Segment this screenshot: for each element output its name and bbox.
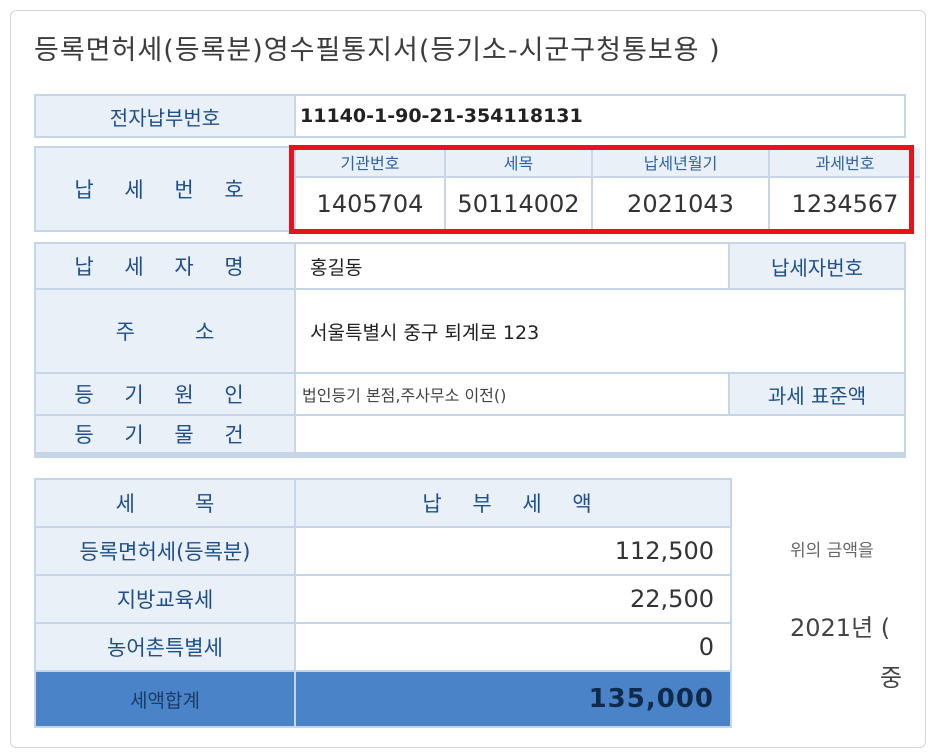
- electronic-payment-row: 전자납부번호 11140-1-90-21-354118131: [34, 94, 906, 138]
- tax-period-value: 2021043: [593, 178, 768, 230]
- assessment-number-header: 과세번호: [770, 148, 920, 176]
- taxpayer-table: 납 세 자 명 홍길동 납세자번호 주 소 서울특별시 중구 퇴계로 123 등…: [34, 242, 906, 458]
- tax-row-name: 지방교육세: [36, 576, 294, 622]
- side-note-line1: 위의 금액을: [790, 541, 874, 561]
- side-note-line3: 중: [880, 664, 903, 692]
- document-title: 등록면허세(등록분)영수필통지서(등기소-시군구청통보용 ): [34, 35, 721, 66]
- registration-cause-label: 등 기 원 인: [36, 374, 294, 414]
- taxpayer-name-label: 납 세 자 명: [36, 244, 294, 288]
- agency-number-value: 1405704: [296, 178, 444, 230]
- tax-number-label: 납 세 번 호: [36, 148, 294, 230]
- tax-amount-table: 세 목 납 부 세 액 등록면허세(등록분) 112,500 지방교육세 22,…: [34, 478, 732, 728]
- taxpayer-name-value: 홍길동: [296, 244, 728, 288]
- total-tax-label: 세액합계: [36, 672, 294, 726]
- tax-item-value: 50114002: [446, 178, 591, 230]
- electronic-payment-value: 11140-1-90-21-354118131: [296, 96, 904, 136]
- tax-number-grid: 기관번호 세목 납세년월기 과세번호 1405704 50114002 2021…: [296, 148, 920, 230]
- address-value: 서울특별시 중구 퇴계로 123: [296, 290, 904, 372]
- tax-number-row: 납 세 번 호 기관번호 세목 납세년월기 과세번호 1405704 50114…: [34, 146, 920, 232]
- registration-object-value: [296, 416, 904, 452]
- tax-row-name: 등록면허세(등록분): [36, 528, 294, 574]
- tax-period-header: 납세년월기: [593, 148, 768, 176]
- side-note-line2: 2021년 (: [790, 614, 891, 642]
- taxpayer-id-label: 납세자번호: [730, 244, 904, 288]
- tax-row-amount: 22,500: [296, 576, 730, 622]
- tax-item-column-header: 세 목: [36, 480, 294, 526]
- payment-amount-column-header: 납 부 세 액: [296, 480, 730, 526]
- tax-row-amount: 112,500: [296, 528, 730, 574]
- tax-base-label: 과세 표준액: [730, 374, 904, 414]
- registration-cause-value: 법인등기 본점,주사무소 이전(): [296, 374, 728, 414]
- assessment-number-value: 1234567: [770, 178, 920, 230]
- address-label: 주 소: [36, 290, 294, 372]
- electronic-payment-label: 전자납부번호: [36, 96, 294, 136]
- total-tax-amount: 135,000: [296, 672, 730, 726]
- tax-row-amount: 0: [296, 624, 730, 670]
- agency-number-header: 기관번호: [296, 148, 444, 176]
- registration-object-label: 등 기 물 건: [36, 416, 294, 452]
- tax-row-name: 농어촌특별세: [36, 624, 294, 670]
- tax-item-header: 세목: [446, 148, 591, 176]
